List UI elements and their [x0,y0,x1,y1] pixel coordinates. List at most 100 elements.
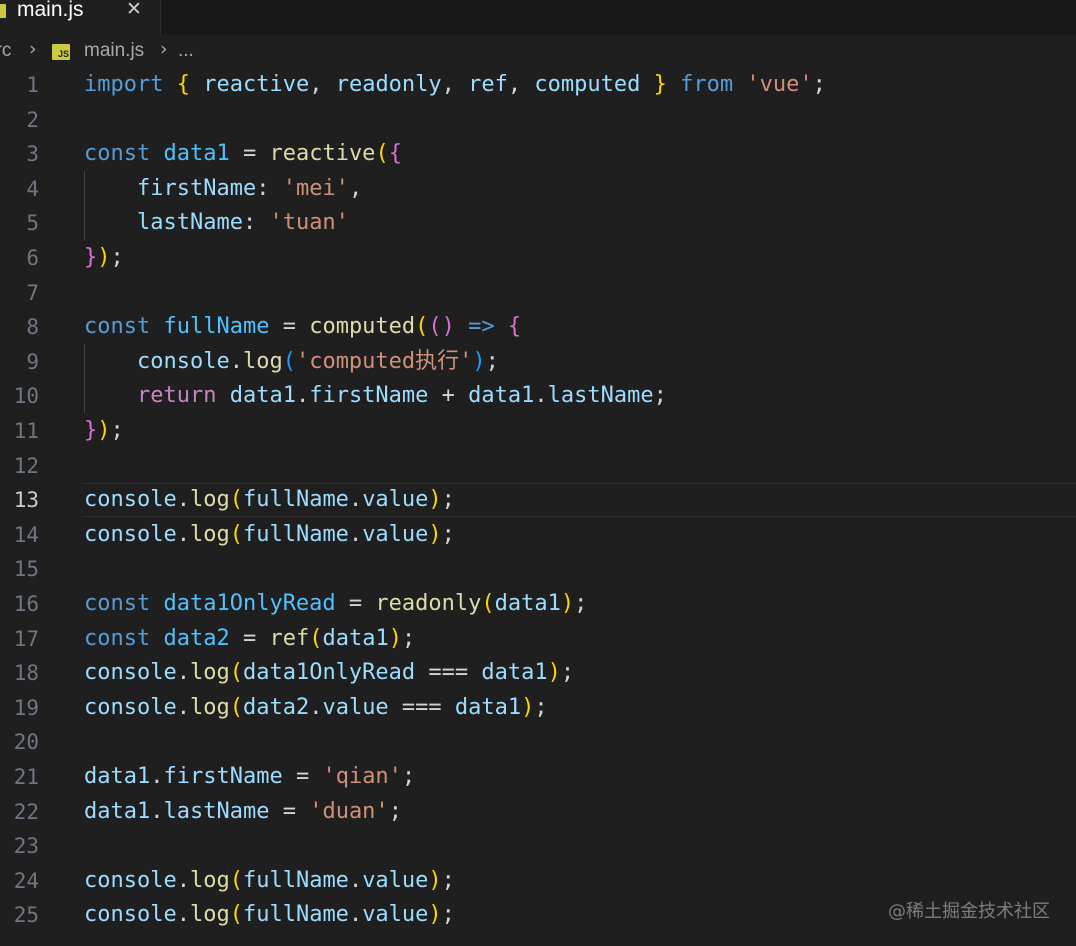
code-token: = [335,591,376,616]
code-line[interactable]: 3 const data1 = reactive({ [0,137,1076,171]
code-line[interactable]: 19 console.log(data2.value === data1); [0,691,1076,725]
code-text: firstName: 'mei', [84,172,362,206]
code-token: value [362,521,429,547]
line-number: 18 [13,661,39,686]
code-token: , [309,72,336,97]
code-token: } [84,245,98,270]
code-token: . [176,521,190,547]
code-token: ; [560,660,575,686]
code-line[interactable]: 16 const data1OnlyRead = readonly(data1); [0,587,1076,621]
code-token: ; [441,902,455,928]
code-token: . [295,383,310,409]
code-text: console.log('computed执行'); [84,345,499,379]
code-text: data1.firstName = 'qian'; [84,760,415,794]
code-line[interactable]: 14 console.log(fullName.value); [0,518,1076,552]
code-token: ( [229,521,243,547]
code-line[interactable]: 7 [0,276,1076,310]
code-token: . [176,660,190,686]
line-number: 20 [13,730,39,755]
breadcrumb-folder[interactable]: src [0,40,11,62]
code-line[interactable]: 4 firstName: 'mei', [0,172,1076,206]
code-text: console.log(fullName.value); [84,518,455,552]
code-line[interactable]: 21 data1.firstName = 'qian'; [0,760,1076,794]
code-token: ( [229,867,243,893]
code-token: const [84,591,151,616]
code-token: firstName [309,383,429,409]
code-token: ; [388,798,402,824]
code-token: 'computed执行' [295,348,473,374]
code-token: ; [441,867,455,893]
code-editor-window: main.js ✕ src › JS main.js › ... 1 import… [0,0,1076,946]
code-token: ; [441,487,455,513]
code-token: fullName [242,487,349,513]
close-icon[interactable]: ✕ [126,0,142,20]
code-token: 'mei' [282,175,349,201]
code-token: data1 [468,383,535,409]
code-line[interactable]: 11}); [0,414,1076,448]
code-token: { [507,314,522,340]
code-token: data1 [481,660,548,686]
line-number: 25 [13,903,39,928]
tab-main-js[interactable]: main.js ✕ [0,0,161,35]
code-line[interactable]: 20 [0,725,1076,759]
code-token: log [189,521,230,547]
code-token: data1 [163,141,230,167]
code-token: } [653,72,667,97]
code-line[interactable]: 13 console.log(fullName.value); [0,483,1076,518]
code-line[interactable]: 18 console.log(data1OnlyRead === data1); [0,656,1076,690]
code-token: === [415,660,482,686]
code-token: const [84,625,151,651]
code-token: ) [97,418,111,443]
code-token: . [348,521,363,547]
code-line[interactable]: 23 [0,829,1076,863]
code-token: + [428,383,469,409]
code-token: console [84,660,177,686]
code-token: fullName [242,521,349,547]
code-text: console.log(data2.value === data1); [84,691,548,725]
code-line[interactable]: 5 lastName: 'tuan' [0,206,1076,240]
code-token: from [680,72,734,97]
code-line[interactable]: 15 [0,552,1076,586]
code-token: ) [428,521,442,547]
code-line[interactable]: 8 const fullName = computed(() => { [0,310,1076,344]
chevron-right-icon: › [29,38,37,60]
code-text: const data2 = ref(data1); [84,622,415,656]
code-token: data1 [229,383,296,409]
code-token: . [534,383,548,409]
breadcrumb-file[interactable]: main.js [84,40,144,62]
code-line[interactable]: 12 [0,449,1076,483]
code-token: ; [401,764,416,789]
code-line[interactable]: 24 console.log(fullName.value); [0,864,1076,898]
code-line[interactable]: 2 [0,103,1076,137]
code-token: () [428,314,455,340]
code-line[interactable]: 22 data1.lastName = 'duan'; [0,795,1076,829]
code-token: . [176,902,190,928]
line-number: 12 [13,453,39,478]
code-token: = [229,625,270,651]
line-number: 10 [13,384,39,409]
code-line[interactable]: 1 import { reactive, readonly, ref, compu… [0,68,1076,102]
code-token: fullName [242,867,349,893]
breadcrumb-symbols[interactable]: ... [178,40,194,62]
code-text: }); [84,241,124,275]
code-token: console [84,867,177,893]
code-token: readonly [335,72,442,97]
code-token: reactive [269,141,376,167]
code-token: . [176,867,190,893]
code-text: const data1OnlyRead = readonly(data1); [84,587,587,621]
code-line[interactable]: 17 const data2 = ref(data1); [0,622,1076,656]
code-line[interactable]: 9 console.log('computed执行'); [0,345,1076,379]
code-token: ; [653,383,667,409]
code-token: ref [269,625,310,651]
code-token: data1 [84,764,151,789]
code-token: . [176,694,190,720]
code-line[interactable]: 6}); [0,241,1076,275]
code-token: . [176,487,190,513]
tab-label: main.js [17,0,84,21]
code-line[interactable]: 10 return data1.firstName + data1.lastNa… [0,379,1076,413]
